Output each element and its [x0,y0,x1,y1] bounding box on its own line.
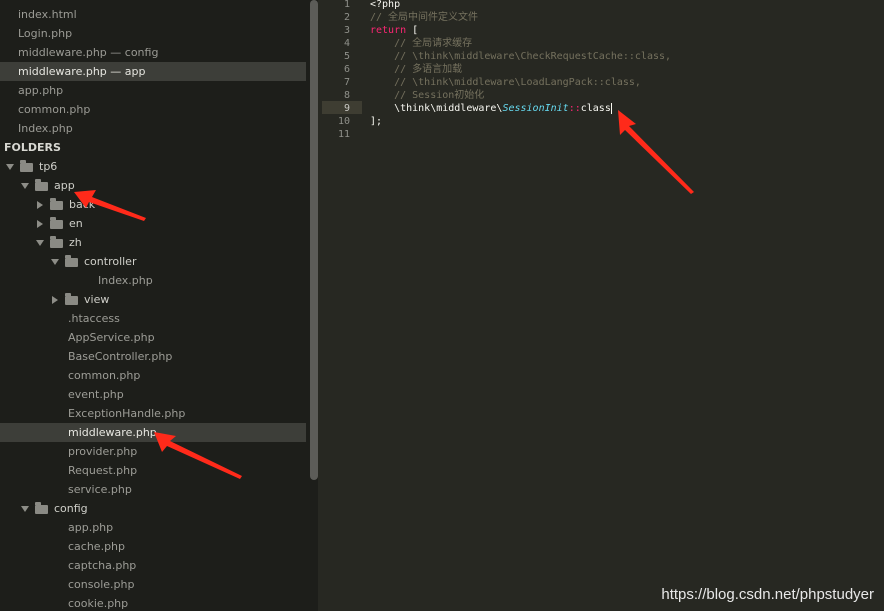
folders-header: FOLDERS [4,141,61,154]
tree-file-htaccess[interactable]: .htaccess [68,309,120,328]
tree-file-appservice[interactable]: AppService.php [68,328,155,347]
folder-open-icon [20,159,33,172]
folder-open-icon [35,178,48,191]
code-line-10[interactable]: ]; [370,115,382,128]
folder-icon [50,216,63,229]
chevron-right-icon[interactable] [37,201,43,209]
line-number: 2 [343,12,350,23]
folder-open-icon [35,501,48,514]
tree-folder-en[interactable]: en [36,214,83,233]
folder-icon [65,292,78,305]
folder-open-icon [50,235,63,248]
tree-file-service[interactable]: service.php [68,480,132,499]
folder-open-icon [65,254,78,267]
tree-file-event[interactable]: event.php [68,385,124,404]
chevron-down-icon[interactable] [36,240,44,246]
annotation-arrow-code [618,110,694,194]
line-number: 3 [343,25,350,36]
tree-folder-app[interactable]: app [21,176,75,195]
tree-folder-view[interactable]: view [51,290,109,309]
code-line-7[interactable]: // \think\middleware\LoadLangPack::class… [370,76,641,89]
sidebar: index.html Login.php middleware.php — co… [0,0,318,611]
chevron-down-icon[interactable] [21,506,29,512]
open-file-index-html[interactable]: index.html [0,5,306,24]
tree-folder-config[interactable]: config [21,499,88,518]
chevron-right-icon[interactable] [52,296,58,304]
chevron-right-icon[interactable] [37,220,43,228]
text-cursor [610,102,612,114]
line-number: 7 [343,77,350,88]
tree-file-provider[interactable]: provider.php [68,442,137,461]
code-line-6[interactable]: // 多语言加载 [370,63,462,76]
watermark: https://blog.csdn.net/phpstudyer [661,586,874,603]
open-file-middleware-config[interactable]: middleware.php — config [0,43,306,62]
line-number-current: 9 [343,103,350,114]
tree-file-config-app[interactable]: app.php [68,518,113,537]
line-number: 4 [343,38,350,49]
open-file-index-php[interactable]: Index.php [0,119,306,138]
code-line-3[interactable]: return [ [370,24,418,37]
chevron-down-icon[interactable] [6,164,14,170]
code-line-5[interactable]: // \think\middleware\CheckRequestCache::… [370,50,671,63]
tree-folder-tp6[interactable]: tp6 [6,157,57,176]
chevron-down-icon[interactable] [21,183,29,189]
keyword-return: return [370,25,407,36]
tree-file-basecontroller[interactable]: BaseController.php [68,347,172,366]
open-file-login-php[interactable]: Login.php [0,24,306,43]
tree-file-config-captcha[interactable]: captcha.php [68,556,136,575]
folder-icon [50,197,63,210]
code-line-8[interactable]: // Session初始化 [370,89,484,102]
tree-file-config-console[interactable]: console.php [68,575,134,594]
tree-file-config-cookie[interactable]: cookie.php [68,594,128,611]
chevron-down-icon[interactable] [51,259,59,265]
tree-folder-zh[interactable]: zh [36,233,82,252]
line-number: 8 [343,90,350,101]
code-line-4[interactable]: // 全局请求缓存 [370,37,472,50]
line-number: 5 [343,51,350,62]
tree-file-index-php[interactable]: Index.php [98,271,153,290]
open-file-middleware-app[interactable]: middleware.php — app [0,62,306,81]
tree-folder-controller[interactable]: controller [51,252,136,271]
sidebar-scrollbar[interactable] [310,0,318,480]
line-number: 11 [337,129,350,140]
line-number: 1 [343,0,350,10]
tree-file-common[interactable]: common.php [68,366,140,385]
tree-file-request[interactable]: Request.php [68,461,137,480]
tree-row-selected[interactable]: middleware.php [0,423,306,442]
line-number: 6 [343,64,350,75]
open-file-app-php[interactable]: app.php [0,81,306,100]
tree-file-config-cache[interactable]: cache.php [68,537,125,556]
code-line-2[interactable]: // 全局中间件定义文件 [370,11,478,24]
code-line-1[interactable]: <?php [370,0,400,11]
line-number: 10 [337,116,350,127]
tree-file-exceptionhandle[interactable]: ExceptionHandle.php [68,404,185,423]
code-line-9[interactable]: \think\middleware\SessionInit::class [370,102,612,115]
tree-file-middleware[interactable]: middleware.php [68,426,157,439]
open-file-common-php[interactable]: common.php [0,100,306,119]
tree-folder-back[interactable]: back [36,195,95,214]
class-name: SessionInit [502,103,569,114]
